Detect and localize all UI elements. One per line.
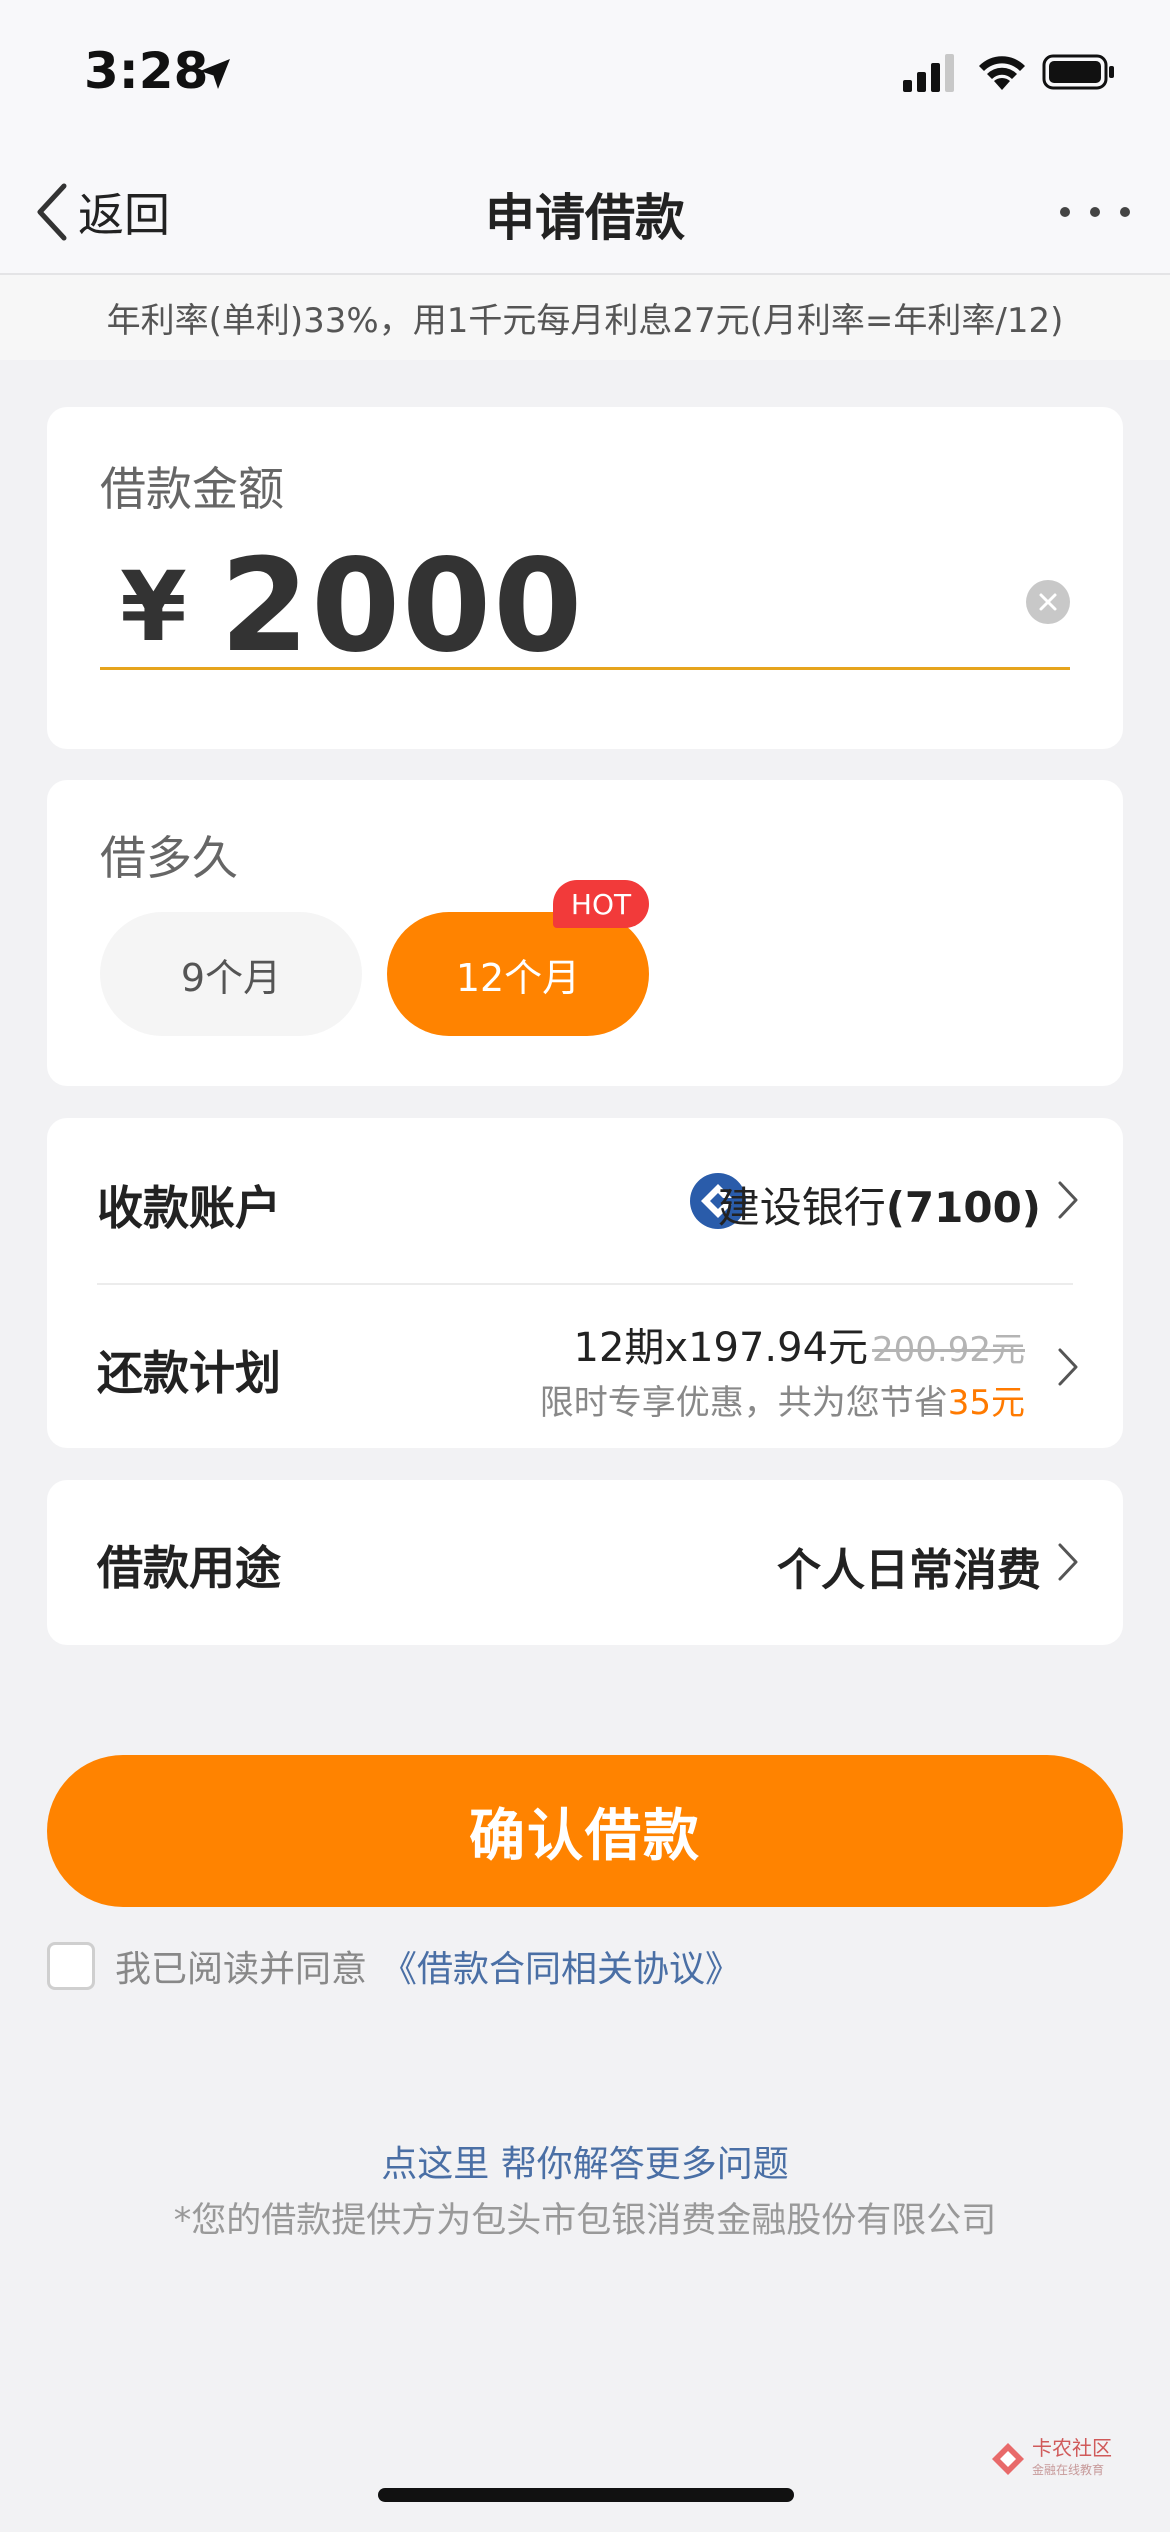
status-bar: 3:28: [0, 0, 1170, 150]
repayment-plan-label: 还款计划: [97, 1346, 281, 1400]
location-arrow-icon: [200, 59, 230, 89]
repayment-promo: 限时专享优惠，共为您节省35元: [540, 1375, 1025, 1424]
home-indicator: [378, 2488, 794, 2502]
term-option-12-months[interactable]: 12个月: [387, 912, 649, 1036]
bank-card-suffix: (7100): [885, 1183, 1041, 1232]
cellular-signal-icon: [903, 54, 954, 92]
battery-icon: [1042, 54, 1114, 90]
promo-text: 限时专享优惠，共为您节省: [539, 1383, 948, 1423]
watermark-subtitle: 金融在线教育: [1032, 2463, 1105, 2477]
amount-value: 2000: [220, 532, 585, 681]
repayment-installment: 12期x197.94元: [573, 1325, 869, 1371]
close-icon: [1039, 593, 1057, 611]
repayment-plan-value: 12期x197.94元 200.92元: [574, 1315, 1026, 1373]
status-time: 3:28: [84, 42, 209, 100]
bank-name: 建设银行: [717, 1183, 886, 1232]
agreement-link[interactable]: 《借款合同相关协议》: [381, 1940, 741, 1992]
nav-bar: 返回 申请借款: [0, 150, 1170, 275]
interest-notice: 年利率(单利)33%，用1千元每月利息27元(月利率=年利率/12): [0, 275, 1170, 360]
receiving-account-row[interactable]: 收款账户 建设银行(7100): [47, 1118, 1123, 1283]
receiving-account-label: 收款账户: [97, 1181, 281, 1235]
currency-symbol: ¥: [120, 551, 187, 663]
chevron-right-icon: [1058, 1348, 1078, 1386]
page-title: 申请借款: [485, 189, 685, 247]
provider-note: *您的借款提供方为包头市包银消费金融股份有限公司: [173, 2201, 997, 2241]
chevron-right-icon: [1058, 1543, 1078, 1581]
loan-purpose-label: 借款用途: [97, 1541, 281, 1595]
watermark-title: 卡农社区: [1032, 2436, 1112, 2460]
repayment-plan-row[interactable]: 还款计划 12期x197.94元 200.92元 限时专享优惠，共为您节省35元: [47, 1285, 1123, 1448]
agreement-checkbox[interactable]: [47, 1942, 95, 1990]
agreement-row: 我已阅读并同意 《借款合同相关协议》: [47, 1940, 741, 1992]
help-link[interactable]: 点这里 帮你解答更多问题: [0, 2135, 1170, 2187]
term-option-9-months[interactable]: 9个月: [100, 912, 362, 1036]
community-logo-icon: [992, 2443, 1024, 2475]
loan-purpose-row[interactable]: 借款用途 个人日常消费: [47, 1480, 1123, 1645]
wifi-icon: [979, 56, 1025, 90]
amount-label: 借款金额: [100, 462, 284, 516]
bank-account-value: 建设银行(7100): [718, 1174, 1041, 1235]
watermark-text: 卡农社区金融在线教育: [1032, 2437, 1112, 2481]
confirm-loan-button[interactable]: 确认借款: [47, 1755, 1123, 1907]
account-card: 收款账户 建设银行(7100) 还款计划 12期x197.94元 200.92元 …: [47, 1118, 1123, 1448]
repayment-original-price: 200.92元: [872, 1330, 1025, 1370]
loan-purpose-value: 个人日常消费: [777, 1545, 1041, 1596]
agreement-text: 我已阅读并同意: [115, 1949, 368, 1990]
term-card: 借多久 9个月 12个月 HOT: [47, 780, 1123, 1086]
more-options-icon[interactable]: [1055, 202, 1135, 222]
amount-card: 借款金额 ¥ 2000: [47, 407, 1123, 749]
term-label: 借多久: [100, 831, 238, 885]
chevron-right-icon: [1058, 1181, 1078, 1219]
hot-badge: HOT: [553, 880, 649, 928]
watermark-logo: 卡农社区金融在线教育: [988, 2437, 1112, 2481]
amount-input[interactable]: ¥ 2000: [100, 532, 1070, 681]
clear-amount-button[interactable]: [1026, 580, 1070, 624]
promo-saving: 35元: [947, 1383, 1025, 1423]
